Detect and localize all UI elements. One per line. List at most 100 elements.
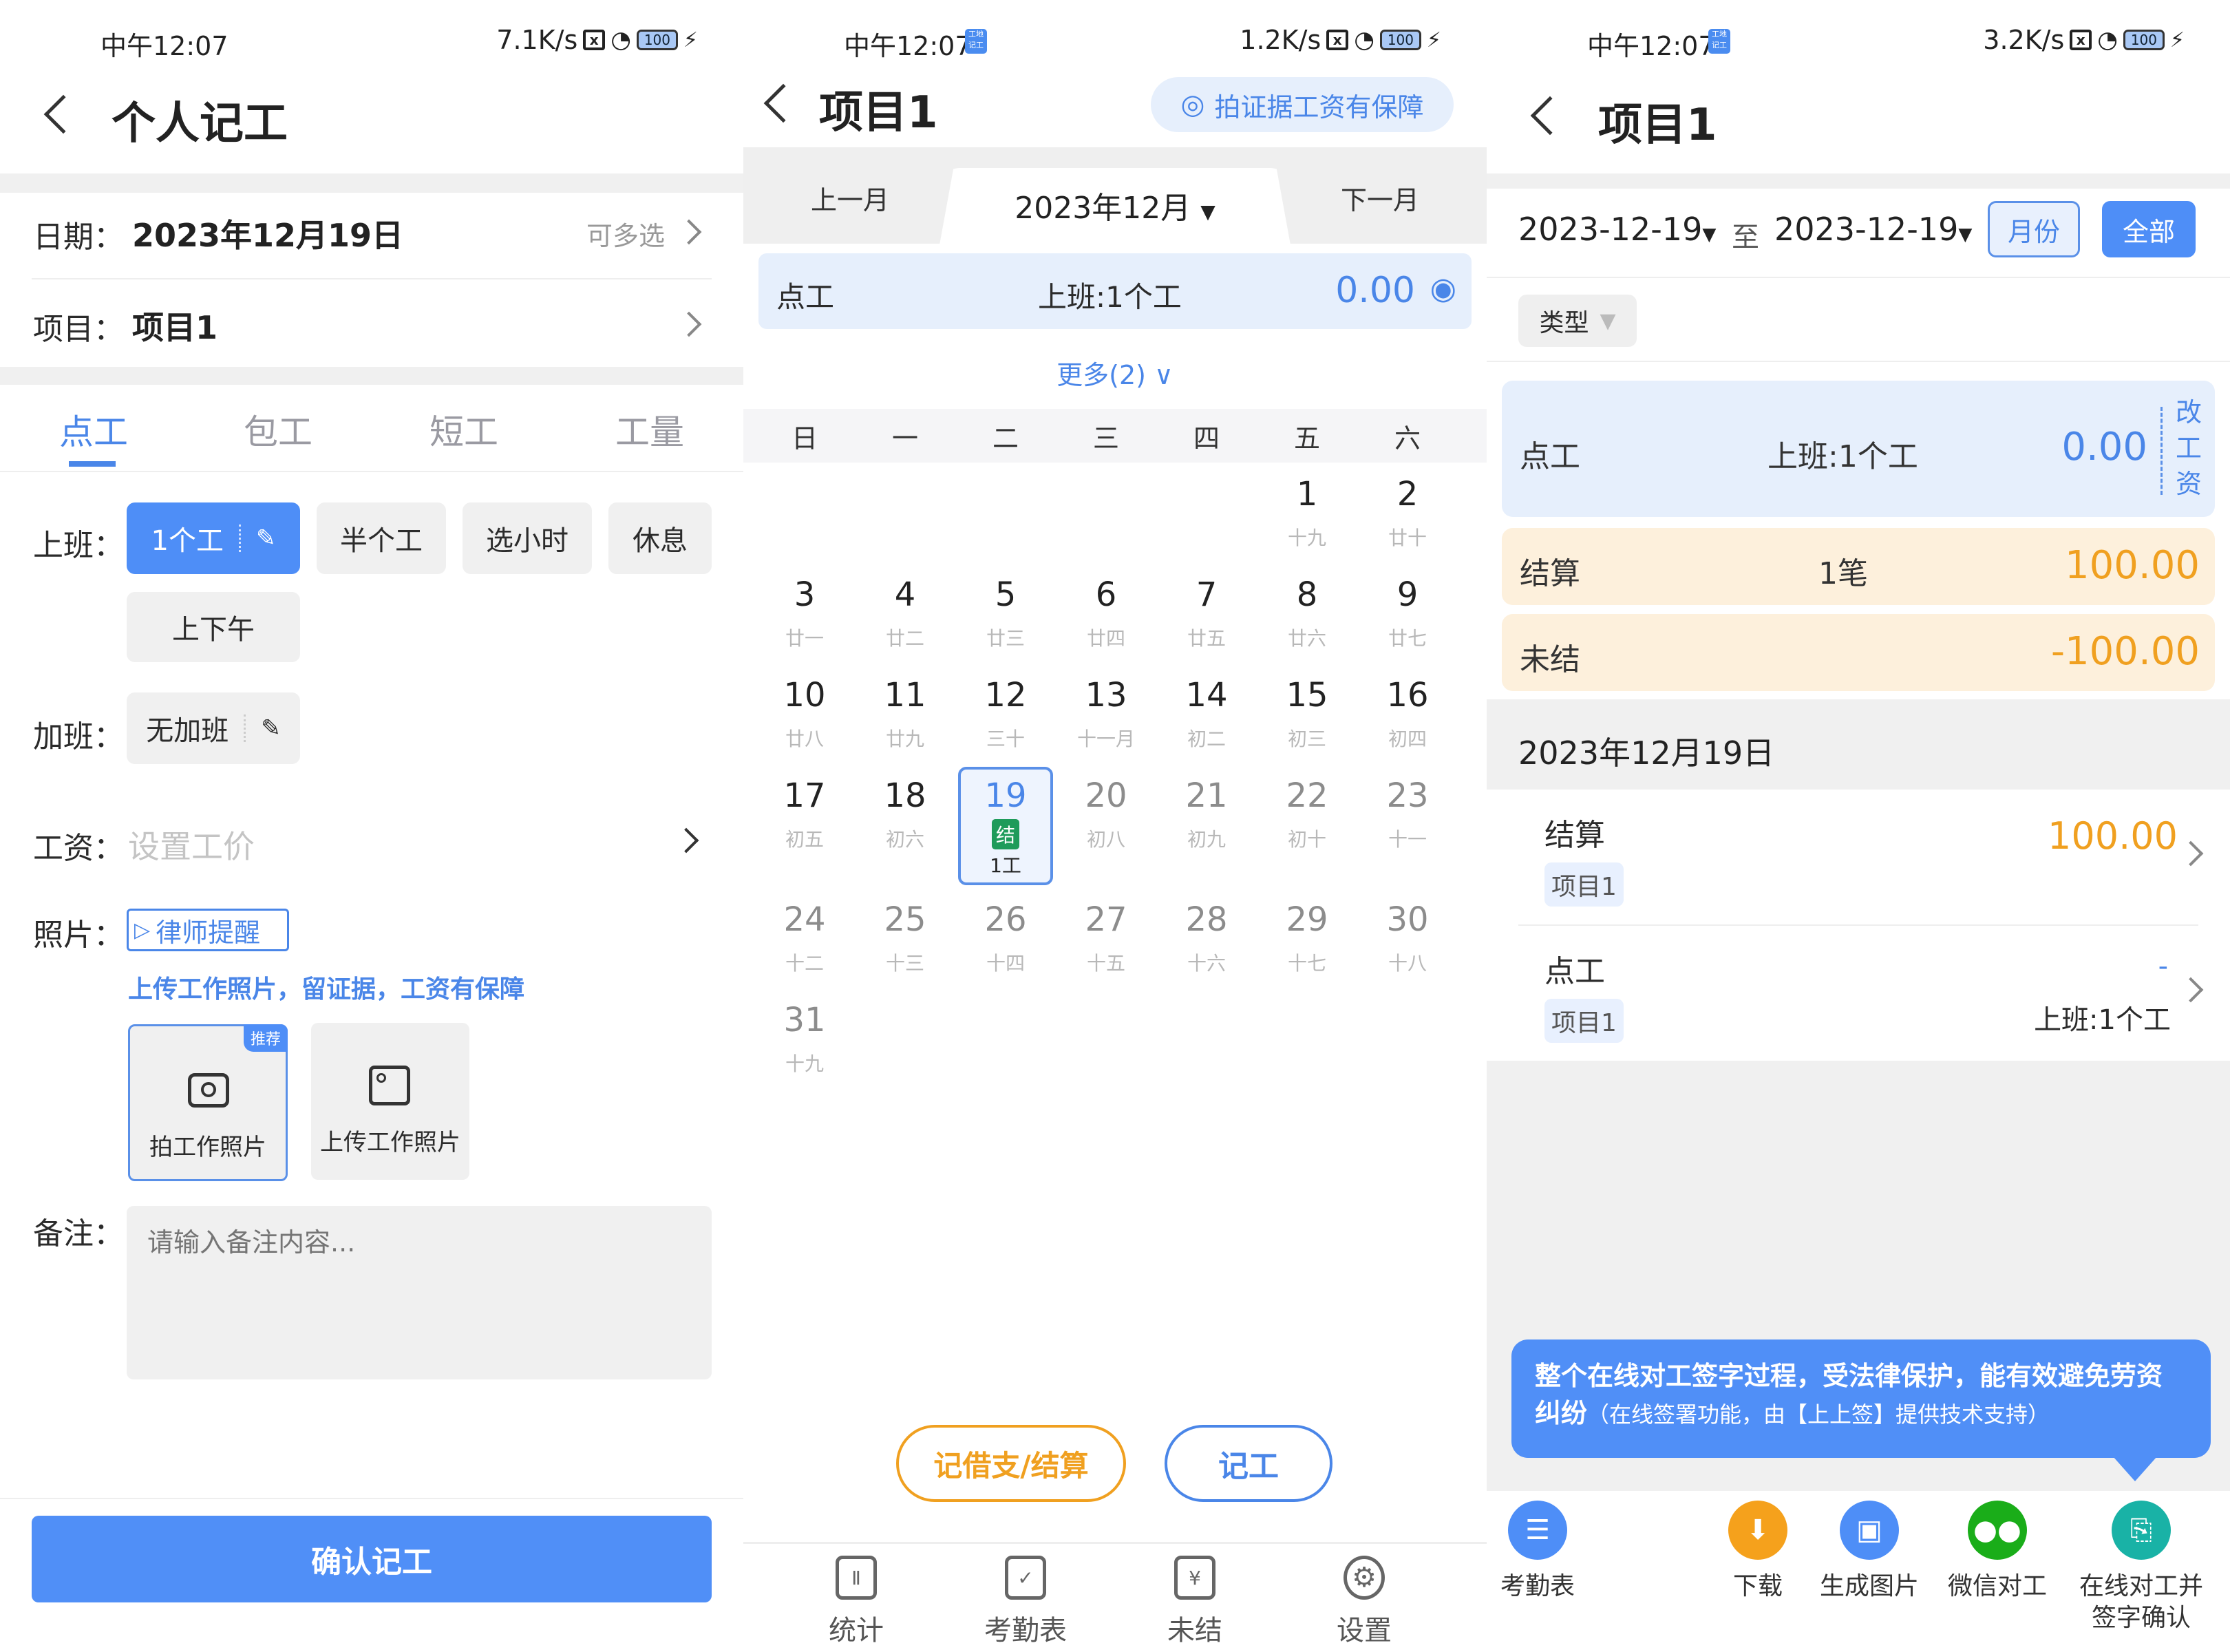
calendar-day[interactable]: 29 十七 [1257,900,1357,976]
day-number: 13 [1085,676,1127,714]
remark-input[interactable] [127,1206,712,1379]
lunar-date: 十九 [785,1052,824,1075]
calendar-day[interactable]: 22 初十 [1257,776,1357,852]
take-photo-card[interactable]: 推荐 拍工作照片 [128,1024,288,1181]
calendar-day[interactable]: 1 十九 [1257,475,1357,551]
action-generate-image[interactable]: ▣ 生成图片 [1801,1501,1938,1602]
record-amount: - [2158,951,2168,982]
calendar-day[interactable]: 18 初六 [855,776,955,852]
calendar-day[interactable]: 16 初四 [1357,676,1458,752]
confirm-record-button[interactable]: 确认记工 [32,1516,712,1602]
settle-summary-card[interactable]: 结算 1笔 100.00 [1502,528,2215,605]
more-label: 更多(2) [1056,360,1146,390]
current-month-tab[interactable]: 2023年12月 ▼ [939,168,1291,245]
option-half-day[interactable]: 半个工 [317,502,446,574]
calendar-day[interactable]: 20 初八 [1056,776,1156,852]
more-toggle[interactable]: 更多(2) ∨ [743,354,1487,392]
eye-icon[interactable]: ◉ [1430,271,1456,306]
calendar-day[interactable]: 26 十四 [955,900,1056,976]
calendar-day[interactable]: 9 廿七 [1357,575,1458,651]
calendar-day[interactable]: 12 三十 [955,676,1056,752]
divider [1487,361,2230,362]
month-filter-button[interactable]: 月份 [1988,201,2080,257]
calendar-day[interactable]: 11 廿九 [855,676,955,752]
edit-wage-button[interactable]: 改工资 [2175,394,2202,502]
overtime-selector[interactable]: 无加班 ✎ [127,692,300,764]
nav-attendance[interactable]: ✓ 考勤表 [970,1556,1081,1648]
tab-work-quantity[interactable]: 工量 [588,405,712,454]
action-online-sign[interactable]: ⎘ 在线对工并签字确认 [2069,1501,2213,1634]
next-month-button[interactable]: 下一月 [1301,179,1459,217]
calendar-day[interactable]: 30 十八 [1357,900,1458,976]
calendar-day[interactable]: 13 十一月 [1056,676,1156,752]
tab-short-work[interactable]: 短工 [402,405,526,454]
calendar-day[interactable]: 15 初三 [1257,676,1357,752]
calendar-day[interactable]: 14 初二 [1156,676,1257,752]
day-number: 11 [884,676,926,714]
back-icon[interactable] [763,83,803,123]
lunar-date: 十八 [1388,952,1427,975]
all-filter-button[interactable]: 全部 [2102,201,2196,257]
calendar-day[interactable]: 3 廿一 [754,575,855,651]
calendar-day[interactable]: 21 初九 [1156,776,1257,852]
end-date-picker[interactable]: 2023-12-19▼ [1774,211,1972,248]
action-attendance[interactable]: ☰ 考勤表 [1487,1501,1606,1602]
attendance-icon: ✓ [1005,1556,1046,1600]
calendar-day[interactable]: 10 廿八 [754,676,855,752]
calendar-day[interactable]: 28 十六 [1156,900,1257,976]
calendar-day[interactable]: 4 廿二 [855,575,955,651]
calendar-day[interactable]: 23 十一 [1357,776,1458,852]
lunar-date: 廿六 [1287,627,1326,650]
option-select-hours[interactable]: 选小时 [463,502,592,574]
calendar-day[interactable]: 17 初五 [754,776,855,852]
nav-statistics[interactable]: Ⅱ 统计 [801,1556,911,1648]
calendar-day[interactable]: 2 廿十 [1357,475,1458,551]
lawyer-reminder-link[interactable]: ▷ 律师提醒 [127,909,289,951]
calendar-day[interactable]: 27 十五 [1056,900,1156,976]
nav-settings[interactable]: ⚙ 设置 [1309,1556,1419,1648]
to-label: 至 [1732,222,1759,253]
calendar-day[interactable]: 5 廿三 [955,575,1056,651]
month-summary-bar[interactable]: 点工 上班:1个工 0.00 ◉ [758,253,1472,329]
battery-icon: 100 [636,30,678,50]
pencil-icon[interactable]: ✎ [256,525,276,552]
option-rest[interactable]: 休息 [608,502,712,574]
unsettled-summary-card[interactable]: 未结 -100.00 [1502,614,2215,691]
action-wechat-check[interactable]: ●● 微信对工 [1929,1501,2066,1602]
date-heading: 2023年12月19日 [1518,734,1775,772]
wechat-icon: ●● [1968,1501,2027,1560]
app-notification-icon: 工地记工 [965,29,987,54]
calendar-day[interactable]: 24 十二 [754,900,855,976]
tab-point-work[interactable]: 点工 [32,405,156,454]
calendar-day[interactable]: 8 廿六 [1257,575,1357,651]
calendar-day[interactable]: 25 十三 [855,900,955,976]
calendar-day[interactable]: 31 十九 [754,1001,855,1077]
day-number: 1 [1296,475,1318,513]
evidence-label: 拍证据工资有保障 [1214,92,1424,123]
evidence-photo-button[interactable]: ◎ 拍证据工资有保障 [1151,77,1454,132]
back-icon[interactable] [1530,96,1570,136]
record-work-button[interactable]: 记工 [1165,1425,1332,1502]
nav-unsettled[interactable]: ¥ 未结 [1140,1556,1250,1648]
day-number: 18 [884,776,926,815]
image-icon: ▣ [1840,1501,1899,1560]
type-filter-chip[interactable]: 类型 ▼ [1518,295,1637,347]
calendar-day[interactable]: 6 廿四 [1056,575,1156,651]
record-item[interactable]: 结算 项目1 100.00 [1487,790,2230,924]
calendar-day[interactable]: 19 结 1工 [958,767,1053,885]
start-date-picker[interactable]: 2023-12-19▼ [1518,211,1716,248]
option-am-pm[interactable]: 上下午 [127,592,300,662]
record-item[interactable]: 点工 项目1 - 上班:1个工 [1487,926,2230,1061]
option-one-day[interactable]: 1个工 ✎ [127,502,300,574]
tab-contract-work[interactable]: 包工 [216,405,340,454]
calendar-day[interactable]: 7 廿五 [1156,575,1257,651]
day-number: 28 [1185,900,1228,939]
upload-photo-card[interactable]: 上传工作照片 [311,1023,469,1180]
prev-month-button[interactable]: 上一月 [771,179,929,217]
day-number: 8 [1296,575,1318,614]
day-number: 26 [984,900,1027,939]
borrow-settle-button[interactable]: 记借支/结算 [896,1425,1126,1502]
work-summary-card[interactable]: 点工 上班:1个工 0.00 改工资 [1502,381,2215,517]
back-icon[interactable] [43,94,83,134]
pencil-icon[interactable]: ✎ [261,714,281,742]
